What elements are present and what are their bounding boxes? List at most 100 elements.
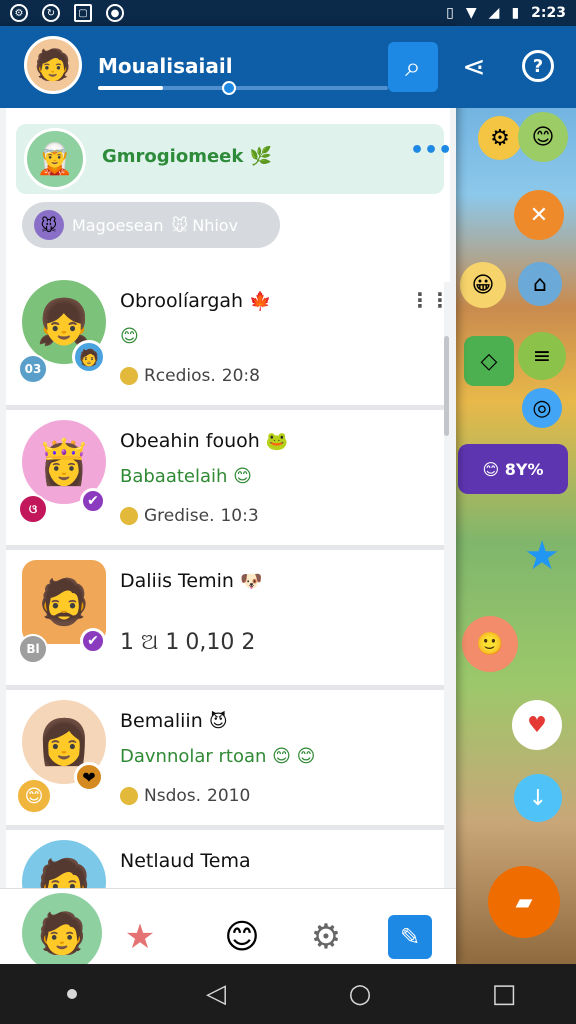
share-button[interactable]: ⋖ <box>456 48 492 84</box>
percent-badge: 😊 8Y% <box>458 444 568 494</box>
search-icon: ⌕ <box>405 50 421 83</box>
search-button[interactable]: ⌕ <box>388 42 438 92</box>
chat-drawer: 🧝 Gmrogiomeek 🌿 ••• 🐭 Magoesean 🐭 Nhiov … <box>0 26 456 964</box>
chat-meta: 1 ଅ 1 <box>120 630 180 655</box>
chat-name: Bemaliin <box>120 710 203 732</box>
star-icon: ★ <box>524 533 560 579</box>
user-avatar[interactable]: 🧑 <box>24 36 82 94</box>
chat-name: Obeahin fouoh <box>120 430 260 452</box>
heart-icon[interactable]: ♥ <box>512 700 562 750</box>
pill-label-2: Nhiov <box>192 215 239 235</box>
settings-icon: ⚙ <box>10 4 28 22</box>
status-bar: ⚙ ↻ ▢ ● ▯ ▼ ◢ ▮ 2:23 <box>0 0 576 26</box>
pill-emoji: 🐭 <box>171 215 189 235</box>
scrollbar[interactable] <box>444 336 449 436</box>
list-item[interactable]: 🧔 ✔ Bl Daliis Temin 🐶 1 ଅ 1 0,10 2 <box>6 550 444 690</box>
nav-dot-icon[interactable] <box>52 974 92 1014</box>
help-button[interactable]: ? <box>522 50 554 82</box>
game-background: ⚙ 😊 ✕ 😀 ⌂ ◇ ≡ ◎ 😊 8Y% ★ 🙂 ♥ ↓ ▰ <box>456 26 576 964</box>
emoji-icon[interactable]: 😊 <box>214 909 270 964</box>
chat-time: 10:3 <box>220 506 259 526</box>
clock-icon <box>120 507 138 525</box>
status-badge: 😊 <box>16 778 52 814</box>
verified-icon: ✔ <box>80 628 106 654</box>
download-icon[interactable]: ↓ <box>514 774 562 822</box>
folder-icon[interactable]: ▰ <box>488 866 560 938</box>
compass-icon[interactable]: ◎ <box>522 388 562 428</box>
chat-name: Netlaud Tema <box>120 850 251 872</box>
name-emoji: 🐸 <box>265 431 289 452</box>
close-icon[interactable]: ✕ <box>514 190 564 240</box>
gear-icon[interactable]: ⚙ <box>478 116 522 160</box>
pill-label: Magoesean <box>72 215 164 235</box>
more-dots-icon[interactable]: ⋮⋮ <box>410 288 450 312</box>
chat-time: 20:8 <box>221 366 260 386</box>
mini-avatar: 🧑 <box>72 340 106 374</box>
screenshot-icon: ▢ <box>74 4 92 22</box>
chat-subtitle: Babaatelaih <box>120 466 228 487</box>
home-icon[interactable]: ⌂ <box>518 262 562 306</box>
clock-icon <box>120 787 138 805</box>
more-icon[interactable]: ••• <box>410 138 452 163</box>
share-icon: ⋖ <box>462 49 486 83</box>
list-item[interactable]: 👸 ✔ ଓ Obeahin fouoh 🐸 Babaatelaih 😊 Gred… <box>6 410 444 550</box>
list-item[interactable]: 👩 ❤ 😊 Bemaliin 😈 Davnnolar rtoan 😊 😊 Nsd… <box>6 690 444 830</box>
page-title: Moualisaiail <box>98 54 233 78</box>
app-icon: ● <box>106 4 124 22</box>
chat-name: Obroolíargah <box>120 290 244 312</box>
chat-meta: Gredise. <box>144 506 215 526</box>
compose-icon[interactable]: ✎ <box>388 915 432 959</box>
verified-icon: ✔ <box>80 488 106 514</box>
subtitle-emoji: 😊 😊 <box>272 746 316 767</box>
sync-icon: ↻ <box>42 4 60 22</box>
subtitle-emoji: 😊 <box>233 466 252 487</box>
group-card[interactable]: 🧝 Gmrogiomeek 🌿 ••• <box>16 124 452 194</box>
bomb-icon[interactable]: ⚙ <box>298 909 354 964</box>
status-badge: 03 <box>18 354 48 384</box>
chat-meta: Nsdos. <box>144 786 202 806</box>
status-badge: Bl <box>18 634 48 664</box>
progress-handle[interactable] <box>221 81 236 95</box>
group-avatar: 🧝 <box>24 128 86 190</box>
name-emoji: 🐶 <box>240 571 263 592</box>
subtitle-emoji: 😊 <box>120 326 139 347</box>
header-panel: 🧝 Gmrogiomeek 🌿 ••• 🐭 Magoesean 🐭 Nhiov <box>6 108 452 282</box>
status-time: 2:23 <box>531 5 566 21</box>
bottom-tab-bar: 🧑 ★ 😊 ⚙ ✎ <box>0 888 456 964</box>
group-emoji: 🌿 <box>249 146 273 167</box>
smile-icon[interactable]: 😊 <box>518 112 568 162</box>
face-icon: 😀 <box>460 262 506 308</box>
signal-icon: ◢ <box>488 5 500 21</box>
filter-pill[interactable]: 🐭 Magoesean 🐭 Nhiov <box>22 202 280 248</box>
chat-meta: Rcedios. <box>144 366 216 386</box>
group-name: Gmrogiomeek <box>102 146 244 167</box>
wifi-icon: ▼ <box>465 5 477 21</box>
system-nav-bar: ◁ ○ □ <box>0 964 576 1024</box>
star-icon[interactable]: ★ <box>112 909 168 964</box>
clock-icon <box>120 367 138 385</box>
chat-name: Daliis Temin <box>120 570 234 592</box>
chat-list: 👧 🧑 03 Obroolíargah 🍁 😊 Rcedios. 20:8 ⋮⋮… <box>6 270 450 964</box>
mini-avatar: ❤ <box>74 762 104 792</box>
pill-avatar-icon: 🐭 <box>34 210 64 240</box>
back-icon[interactable]: ◁ <box>196 974 236 1014</box>
app-header: 🧑 Moualisaiail ⌕ ⋖ ? <box>0 26 576 108</box>
progress-track[interactable] <box>98 81 388 95</box>
help-icon: ? <box>532 55 544 77</box>
list-item[interactable]: 👧 🧑 03 Obroolíargah 🍁 😊 Rcedios. 20:8 ⋮⋮ <box>6 270 450 410</box>
home-icon[interactable]: ○ <box>340 974 380 1014</box>
status-badge: ଓ <box>18 494 48 524</box>
chat-subtitle: Davnnolar rtoan <box>120 746 267 767</box>
name-emoji: 😈 <box>208 711 228 732</box>
character-icon: 🙂 <box>462 616 518 672</box>
progress-fill <box>98 86 164 90</box>
vibrate-icon: ▯ <box>446 5 454 21</box>
recents-icon[interactable]: □ <box>484 974 524 1014</box>
chat-time: 0,10 2 <box>185 630 256 655</box>
battery-icon: ▮ <box>511 5 520 21</box>
menu-icon[interactable]: ≡ <box>518 332 566 380</box>
name-emoji: 🍁 <box>249 291 272 312</box>
tab-profile[interactable]: 🧑 <box>22 893 102 964</box>
chat-time: 2010 <box>207 786 251 806</box>
map-icon[interactable]: ◇ <box>464 336 514 386</box>
